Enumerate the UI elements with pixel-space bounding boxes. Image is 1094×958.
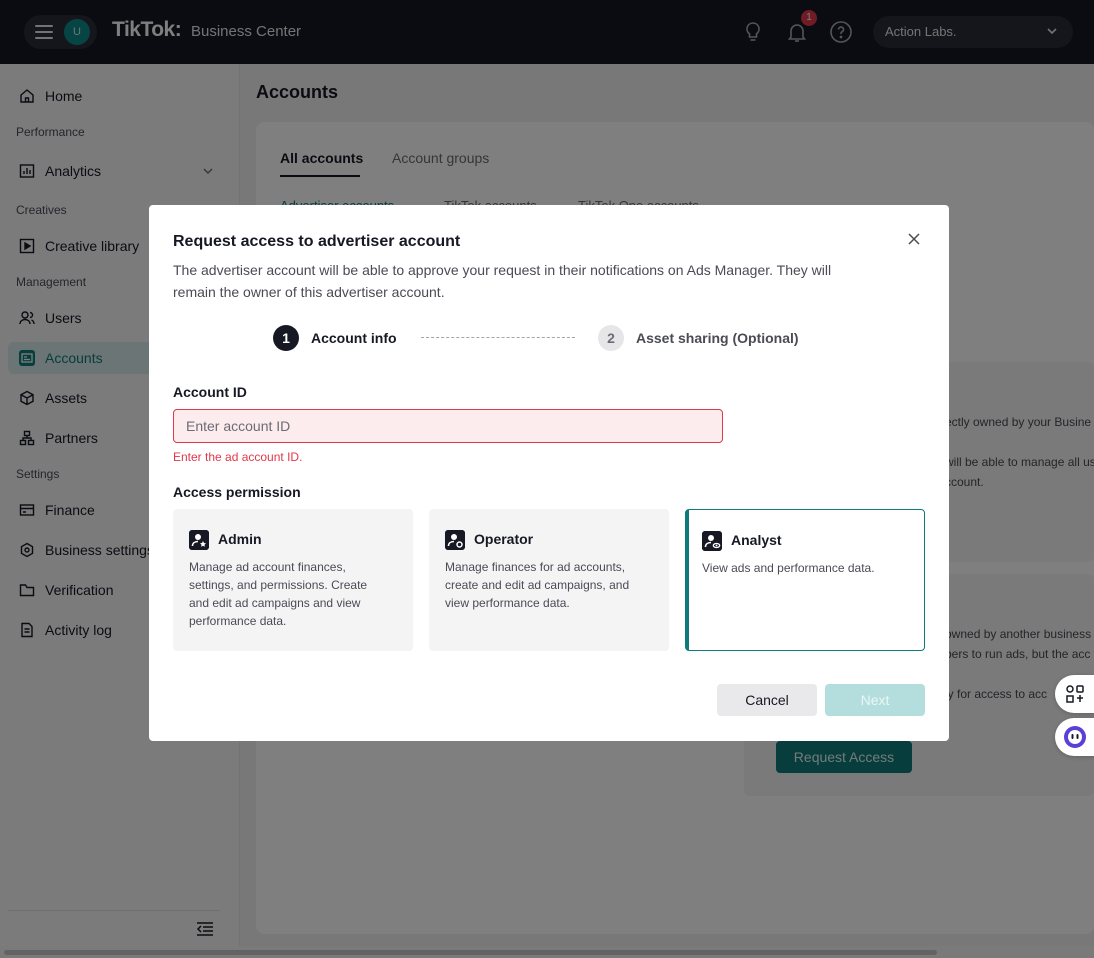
account-id-input[interactable] [173,409,723,443]
apps-icon [1066,685,1084,703]
permission-title: Analyst [731,532,782,548]
step-2-number: 2 [598,325,624,351]
operator-icon [445,530,465,550]
permission-description: View ads and performance data. [702,561,875,575]
permission-description: Manage finances for ad accounts, create … [445,560,630,610]
permission-title: Operator [474,531,534,547]
close-icon[interactable] [907,232,921,246]
assistant-icon [1064,726,1086,748]
cancel-button[interactable]: Cancel [717,684,817,716]
modal-description: The advertiser account will be able to a… [173,262,832,300]
modal-title: Request access to advertiser account [173,233,461,250]
step-2-label: Asset sharing (Optional) [636,330,799,346]
permission-admin-card[interactable]: Admin Manage ad account finances, settin… [173,509,413,651]
permission-operator-card[interactable]: Operator Manage finances for ad accounts… [429,509,669,651]
permission-title: Admin [218,531,262,547]
access-permission-label: Access permission [173,484,301,500]
step-1-label: Account info [311,330,397,346]
analyst-icon [702,531,722,551]
assistant-widget[interactable] [1055,718,1094,756]
apps-widget[interactable] [1055,675,1094,713]
request-access-modal: Request access to advertiser account The… [149,205,949,741]
permission-description: Manage ad account finances, settings, an… [189,560,368,628]
step-1-number: 1 [273,325,299,351]
step-connector [421,337,575,338]
account-id-label: Account ID [173,384,247,400]
permission-analyst-card[interactable]: Analyst View ads and performance data. [685,509,925,651]
next-button[interactable]: Next [825,684,925,716]
account-id-error: Enter the ad account ID. [173,450,303,464]
admin-icon [189,530,209,550]
